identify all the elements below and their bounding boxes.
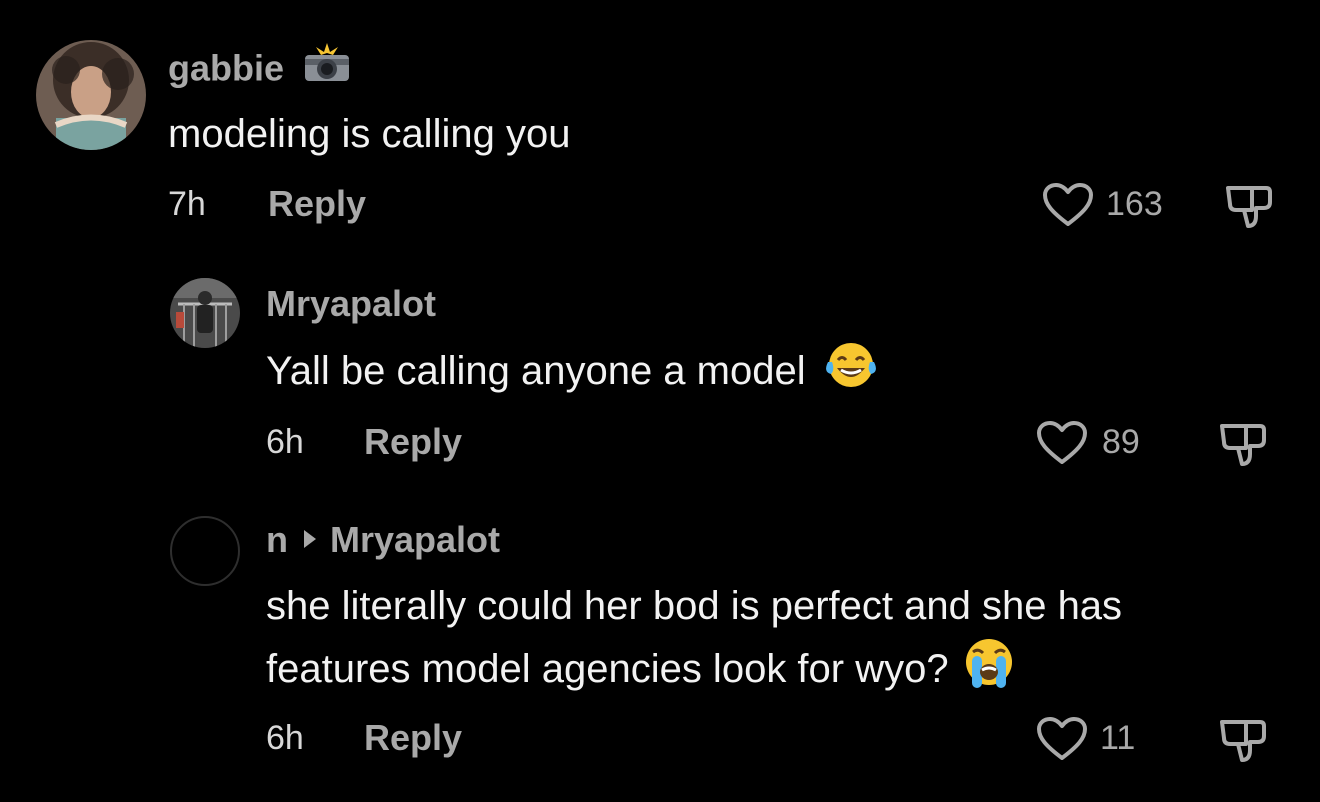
reply-button[interactable]: Reply — [364, 422, 462, 462]
comment-time: 6h — [266, 423, 304, 461]
comment-text: Yall be calling anyone a model — [266, 349, 806, 394]
reply-to-username[interactable]: Mryapalot — [330, 519, 500, 560]
avatar[interactable] — [36, 40, 146, 150]
avatar[interactable] — [170, 278, 240, 348]
thumbs-down-icon[interactable] — [1222, 180, 1274, 237]
comment-thread: gabbie modeling is calling you 7h Reply … — [0, 0, 1320, 802]
reply-button[interactable]: Reply — [268, 184, 366, 224]
comment-username[interactable]: Mryapalot — [266, 284, 436, 324]
heart-icon[interactable] — [1042, 182, 1094, 233]
comment-username[interactable]: gabbie — [168, 48, 284, 89]
thumbs-down-icon[interactable] — [1216, 418, 1268, 475]
like-count: 11 — [1100, 719, 1136, 757]
comment-text: modeling is calling you — [168, 112, 571, 156]
loudly-crying-emoji — [962, 636, 1016, 707]
comment-text-line: Yall be calling anyone a model — [266, 340, 879, 407]
comment-username[interactable]: n — [266, 519, 288, 560]
comment-text: features model agencies look for wyo? — [266, 647, 949, 692]
tears-of-joy-emoji — [823, 340, 879, 407]
comment-text-line-2: features model agencies look for wyo? — [266, 636, 1016, 707]
camera-flash-icon — [302, 43, 352, 91]
like-count: 89 — [1102, 423, 1140, 461]
heart-icon[interactable] — [1036, 716, 1088, 767]
comment-time: 6h — [266, 719, 304, 757]
reply-button[interactable]: Reply — [364, 718, 462, 758]
heart-icon[interactable] — [1036, 420, 1088, 471]
thumbs-down-icon[interactable] — [1216, 714, 1268, 771]
avatar[interactable] — [170, 516, 240, 586]
like-count: 163 — [1106, 185, 1163, 223]
comment-text-line-1: she literally could her bod is perfect a… — [266, 584, 1123, 628]
reply-arrow-icon — [304, 530, 316, 549]
comment-time: 7h — [168, 185, 206, 223]
